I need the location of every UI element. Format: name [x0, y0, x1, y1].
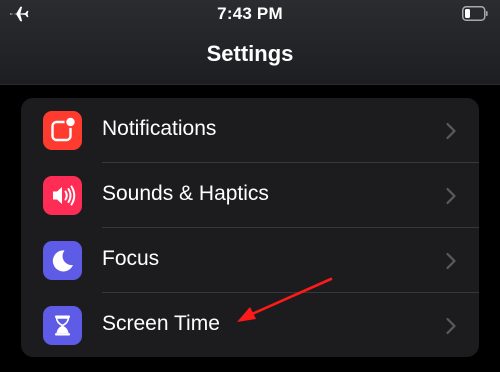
notifications-icon — [43, 111, 82, 150]
page-title: Settings — [206, 41, 294, 66]
settings-row-sounds-haptics[interactable]: Sounds & Haptics — [21, 163, 479, 228]
settings-row-label: Screen Time — [102, 312, 220, 335]
status-bar: 7:43 PM — [0, 0, 500, 30]
chevron-right-icon — [446, 252, 456, 270]
moon-icon — [43, 241, 82, 280]
settings-row-notifications[interactable]: Notifications — [21, 98, 479, 163]
chevron-right-icon — [446, 187, 456, 205]
speaker-icon — [43, 176, 82, 215]
chevron-right-icon — [446, 122, 456, 140]
hourglass-icon — [43, 306, 82, 345]
settings-row-focus[interactable]: Focus — [21, 228, 479, 293]
settings-row-label: Sounds & Haptics — [102, 182, 269, 205]
settings-row-screen-time[interactable]: Screen Time — [21, 293, 479, 357]
settings-screen: 7:43 PM Settings Notifications Sounds & … — [0, 0, 500, 372]
battery-icon — [462, 6, 488, 21]
settings-row-label: Notifications — [102, 117, 217, 140]
settings-group: Notifications Sounds & Haptics Focus Scr… — [21, 98, 479, 357]
settings-row-label: Focus — [102, 247, 160, 270]
status-time: 7:43 PM — [217, 4, 283, 23]
chevron-right-icon — [446, 317, 456, 335]
